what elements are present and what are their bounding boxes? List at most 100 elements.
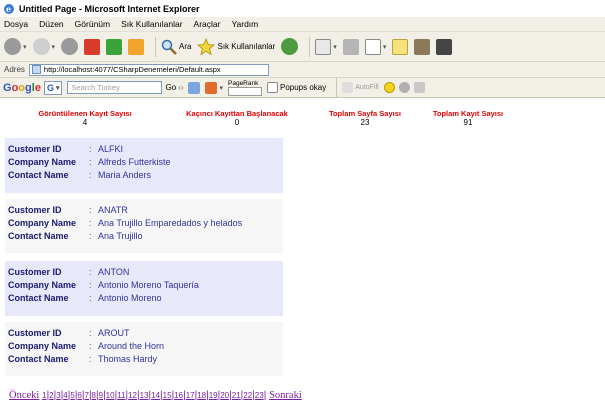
discuss-button[interactable] [392, 38, 409, 55]
history-button[interactable] [281, 38, 299, 55]
menu-bar: Dosya Düzen Görünüm Sık Kullanılanlar Ar… [0, 17, 605, 32]
autofill-button[interactable]: AutoFill [342, 82, 379, 93]
page-link[interactable]: 23 [255, 391, 264, 400]
page-link[interactable]: 15 [163, 391, 172, 400]
options-icon[interactable] [398, 82, 410, 93]
customer-id-value: ALFKI [98, 143, 124, 154]
smiley-icon[interactable] [383, 82, 395, 93]
page-link[interactable]: 11 [117, 391, 125, 400]
record-card: Customer ID : AROUT Company Name : Aroun… [5, 322, 283, 376]
printer-icon [342, 38, 359, 55]
page-link[interactable]: 20 [220, 391, 229, 400]
address-bar: Adres http://localhost:4077/CSharpDeneme… [0, 62, 605, 78]
record-card: Customer ID : ALFKI Company Name : Alfre… [5, 138, 283, 193]
refresh-button[interactable] [106, 38, 123, 55]
customer-id-row: Customer ID : ANTON [5, 265, 283, 278]
page-link[interactable]: 10 [106, 391, 115, 400]
page-link[interactable]: 21 [232, 391, 241, 400]
customer-id-label: Customer ID [8, 204, 62, 215]
stat-label: Toplam Kayıt Sayısı [432, 109, 504, 118]
pagerank-indicator: PageRank [228, 80, 262, 96]
research-icon [414, 38, 431, 55]
contact-name-row: Contact Name : Ana Trujillo [5, 229, 283, 242]
favorites-button[interactable]: Sık Kullanılanlar [197, 37, 275, 56]
stat-label: Görüntülenen Kayıt Sayısı [38, 109, 132, 118]
menu-view[interactable]: Görünüm [75, 19, 110, 29]
colon: : [89, 217, 92, 228]
toolbar-separator [336, 77, 338, 98]
pencil-icon[interactable] [413, 82, 425, 93]
company-name-value: Around the Horn [98, 340, 165, 351]
next-page-link[interactable]: Sonraki [269, 390, 302, 401]
contact-name-label: Contact Name [8, 353, 69, 364]
page-link[interactable]: 13 [140, 391, 149, 400]
contact-name-row: Contact Name : Maria Anders [5, 168, 283, 181]
record-card: Customer ID : ANATR Company Name : Ana T… [5, 199, 283, 253]
page-link[interactable]: 14 [151, 391, 160, 400]
menu-help[interactable]: Yardım [231, 19, 258, 29]
research-button[interactable] [414, 38, 431, 55]
page-numbers: 1|2|3|4|5|6|7|8|9|10|11|12|13|14|15|16|1… [42, 390, 269, 401]
stat-label: Kaçıncı Kayıttan Başlanacak [186, 109, 288, 118]
edit-button[interactable]: ▾ [364, 38, 387, 55]
colon: : [89, 156, 92, 167]
popups-button[interactable]: Popups okay [267, 82, 326, 93]
page-link[interactable]: 18 [197, 391, 206, 400]
forward-main-button[interactable] [61, 38, 79, 55]
mail-button[interactable]: ▾ [315, 38, 337, 55]
search-label: Ara [179, 42, 192, 51]
contact-name-value: Ana Trujillo [98, 230, 143, 241]
stat-total-pages: Toplam Sayfa Sayısı 23 [320, 109, 410, 127]
page-link[interactable]: 12 [128, 391, 137, 400]
google-go-button[interactable]: Go ‹› [165, 83, 183, 92]
menu-favorites[interactable]: Sık Kullanılanlar [121, 19, 182, 29]
google-menu-button[interactable]: G ▾ [43, 80, 63, 95]
company-name-row: Company Name : Ana Trujillo Emparedados … [5, 216, 283, 229]
page-link[interactable]: 16 [174, 391, 183, 400]
page-link[interactable]: 19 [209, 391, 218, 400]
page-link[interactable]: 22 [243, 391, 252, 400]
colon: : [89, 204, 92, 215]
forward-button[interactable]: ▾ [32, 38, 56, 55]
note-icon [392, 38, 409, 55]
page-link[interactable]: 17 [186, 391, 195, 400]
company-name-value: Antonio Moreno Taquería [98, 279, 199, 290]
google-search-placeholder: Search Turkey [71, 83, 120, 92]
go-label: Go [165, 83, 177, 92]
colon: : [89, 279, 92, 290]
news-button[interactable]: ▾ [205, 81, 223, 94]
prev-page-link[interactable]: Önceki [9, 390, 39, 401]
company-name-label: Company Name [8, 340, 77, 351]
toolbar-separator [155, 36, 157, 57]
chevron-down-icon: ▾ [382, 43, 387, 51]
contact-name-value: Antonio Moreno [98, 292, 162, 303]
contact-name-label: Contact Name [8, 292, 69, 303]
menu-edit[interactable]: Düzen [39, 19, 64, 29]
google-search-input[interactable]: Search Turkey [67, 81, 163, 94]
customer-id-label: Customer ID [8, 327, 62, 338]
back-button[interactable]: ▾ [4, 38, 27, 55]
contact-name-label: Contact Name [8, 230, 69, 241]
stat-value: 0 [234, 118, 240, 127]
address-input[interactable]: http://localhost:4077/CSharpDenemeleri/D… [28, 63, 269, 76]
forward-arrow-icon [32, 38, 50, 55]
title-bar: e Untitled Page - Microsoft Internet Exp… [0, 0, 605, 17]
stat-value: 23 [360, 118, 370, 127]
film-icon [436, 38, 453, 55]
search-button[interactable]: Ara [161, 39, 191, 55]
customer-id-value: ANATR [98, 204, 128, 215]
popup-blocker-icon [267, 82, 278, 93]
print-button[interactable] [342, 38, 359, 55]
media-button[interactable] [436, 38, 453, 55]
menu-tools[interactable]: Araçlar [194, 19, 221, 29]
home-button[interactable] [128, 38, 145, 55]
menu-file[interactable]: Dosya [4, 19, 28, 29]
stop-button[interactable] [84, 38, 101, 55]
company-name-value: Alfreds Futterkiste [98, 156, 171, 167]
search-web-icon [188, 81, 201, 94]
back-arrow-icon [4, 38, 21, 55]
company-name-row: Company Name : Alfreds Futterkiste [5, 155, 283, 168]
google-search-button[interactable] [188, 81, 201, 94]
chevron-down-icon: ▾ [51, 43, 56, 51]
google-logo: Google [3, 81, 41, 94]
